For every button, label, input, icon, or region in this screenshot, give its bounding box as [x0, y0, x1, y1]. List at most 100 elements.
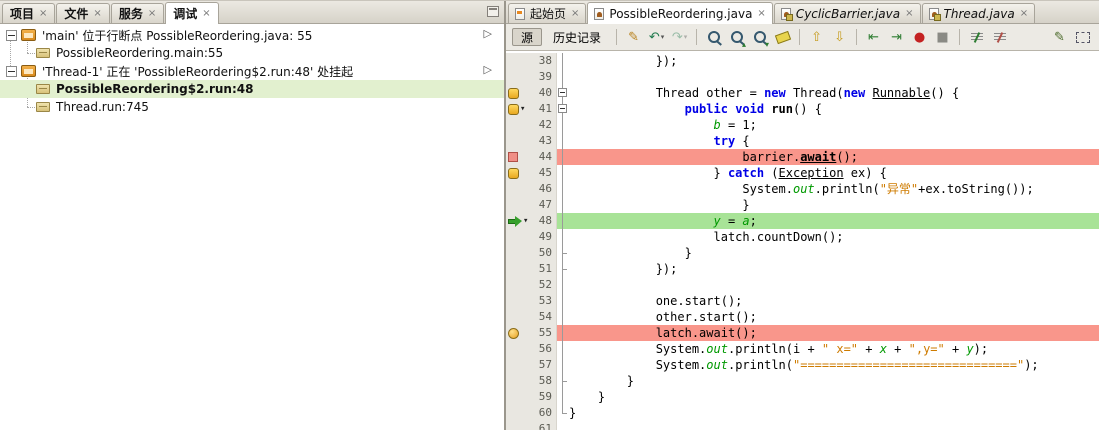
comment-icon[interactable]: [966, 27, 987, 47]
code-text[interactable]: } catch (Exception ex) {: [569, 165, 886, 181]
line-number[interactable]: 52: [530, 277, 557, 293]
left-tab-services[interactable]: 服务 ×: [110, 3, 165, 23]
line-number[interactable]: 55: [530, 325, 557, 341]
toggle-rectangular-selection-icon[interactable]: [1072, 27, 1093, 47]
line-number[interactable]: 47: [530, 197, 557, 213]
code-text[interactable]: public void run() {: [569, 101, 822, 117]
resume-thread-icon[interactable]: ▷: [484, 63, 492, 76]
line-number[interactable]: 40: [530, 85, 557, 101]
left-tab-debug[interactable]: 调试 ×: [165, 2, 219, 24]
fold-indicator[interactable]: [557, 101, 569, 117]
next-bookmark-icon[interactable]: ⇩: [829, 27, 850, 47]
line-number[interactable]: 59: [530, 389, 557, 405]
code-text[interactable]: });: [569, 261, 678, 277]
editor-tab-thread[interactable]: Thread.java ×: [921, 3, 1036, 23]
shift-line-right-icon[interactable]: ⇥: [886, 27, 907, 47]
program-counter-icon[interactable]: [508, 215, 522, 227]
code-text[interactable]: }: [569, 405, 576, 421]
line-number[interactable]: 60: [530, 405, 557, 421]
code-text[interactable]: System.out.println("====================…: [569, 357, 1039, 373]
code-text[interactable]: Thread other = new Thread(new Runnable()…: [569, 85, 960, 101]
breakpoint-icon[interactable]: [508, 152, 518, 162]
source-view-button[interactable]: 源: [512, 28, 543, 46]
close-icon[interactable]: ×: [202, 8, 210, 19]
editor-tab-possible-reordering[interactable]: PossibleReordering.java ×: [587, 2, 773, 24]
line-number[interactable]: 53: [530, 293, 557, 309]
find-selection-icon[interactable]: [703, 27, 724, 47]
line-number[interactable]: 58: [530, 373, 557, 389]
close-icon[interactable]: ×: [571, 8, 579, 19]
annotation-arrow-icon[interactable]: ▾: [520, 104, 525, 115]
gutter-icons[interactable]: ▾: [506, 213, 530, 229]
line-number[interactable]: 43: [530, 133, 557, 149]
thread-row[interactable]: 'Thread-1' 正在 'PossibleReordering$2.run:…: [0, 62, 504, 80]
close-icon[interactable]: ×: [905, 8, 913, 19]
stack-frame-row[interactable]: PossibleReordering$2.run:48: [0, 80, 504, 98]
stack-frame-row[interactable]: Thread.run:745: [0, 98, 504, 116]
gutter-icons[interactable]: ▾: [506, 101, 530, 117]
code-text[interactable]: }: [569, 245, 692, 261]
shift-line-left-icon[interactable]: ⇤: [863, 27, 884, 47]
tree-collapse-toggle[interactable]: [6, 65, 17, 77]
line-number[interactable]: 61: [530, 421, 557, 430]
left-tab-projects[interactable]: 项目 ×: [2, 3, 56, 23]
code-text[interactable]: latch.await();: [569, 325, 757, 341]
previous-bookmark-icon[interactable]: ⇧: [806, 27, 827, 47]
find-previous-occurrence-icon[interactable]: ▴: [726, 27, 747, 49]
jump-to-last-edit-icon[interactable]: ✎: [1049, 27, 1070, 47]
gutter-icons[interactable]: [506, 325, 530, 341]
code-text[interactable]: b = 1;: [569, 117, 757, 133]
code-text[interactable]: try {: [569, 133, 750, 149]
line-number[interactable]: 44: [530, 149, 557, 165]
line-number[interactable]: 46: [530, 181, 557, 197]
resume-thread-icon[interactable]: ▷: [484, 27, 492, 40]
code-text[interactable]: }: [569, 373, 634, 389]
close-icon[interactable]: ×: [148, 8, 156, 19]
last-edit-position-icon[interactable]: ✎: [623, 27, 644, 47]
line-number[interactable]: 54: [530, 309, 557, 325]
fold-indicator[interactable]: [557, 85, 569, 101]
minimize-window-group-icon[interactable]: [487, 6, 499, 17]
line-number[interactable]: 51: [530, 261, 557, 277]
close-icon[interactable]: ×: [93, 8, 101, 19]
breakpoint-badge-icon[interactable]: [508, 87, 519, 99]
gutter-icons[interactable]: [506, 85, 530, 101]
gutter-icons[interactable]: [506, 149, 530, 165]
code-text[interactable]: latch.countDown();: [569, 229, 843, 245]
line-number[interactable]: 45: [530, 165, 557, 181]
forward-icon[interactable]: ↷ ▾: [669, 27, 690, 47]
line-number[interactable]: 41: [530, 101, 557, 117]
line-number[interactable]: 38: [530, 53, 557, 69]
code-text[interactable]: other.start();: [569, 309, 757, 325]
find-next-occurrence-icon[interactable]: ▾: [749, 27, 770, 49]
code-text[interactable]: y = a;: [569, 213, 757, 229]
line-number[interactable]: 57: [530, 357, 557, 373]
breakpoint-hit-icon[interactable]: [508, 327, 519, 339]
close-icon[interactable]: ×: [757, 8, 765, 19]
back-icon[interactable]: ↶ ▾: [646, 27, 667, 47]
editor-tab-start-page[interactable]: 起始页 ×: [508, 3, 587, 23]
line-number[interactable]: 56: [530, 341, 557, 357]
line-number[interactable]: 50: [530, 245, 557, 261]
close-icon[interactable]: ×: [39, 8, 47, 19]
code-text[interactable]: one.start();: [569, 293, 743, 309]
toggle-highlight-search-icon[interactable]: [772, 27, 793, 47]
annotation-arrow-icon[interactable]: ▾: [523, 216, 528, 227]
history-view-button[interactable]: 历史记录: [544, 28, 610, 46]
code-text[interactable]: barrier.await();: [569, 149, 858, 165]
editor-tab-cyclic-barrier[interactable]: CyclicBarrier.java ×: [773, 3, 921, 23]
code-text[interactable]: }: [569, 197, 749, 213]
stop-macro-recording-icon[interactable]: ■: [932, 27, 953, 47]
uncomment-icon[interactable]: [989, 27, 1010, 47]
line-number[interactable]: 48: [530, 213, 557, 229]
start-macro-recording-icon[interactable]: ●: [909, 27, 930, 47]
breakpoint-badge-icon[interactable]: [508, 103, 519, 115]
breakpoint-badge-icon[interactable]: [508, 167, 519, 179]
line-number[interactable]: 42: [530, 117, 557, 133]
code-text[interactable]: });: [569, 53, 678, 69]
tree-collapse-toggle[interactable]: [6, 29, 17, 41]
code-text[interactable]: System.out.println("异常"+ex.toString());: [569, 181, 1033, 197]
left-tab-files[interactable]: 文件 ×: [56, 3, 110, 23]
close-icon[interactable]: ×: [1020, 8, 1028, 19]
stack-frame-row[interactable]: PossibleReordering.main:55: [0, 44, 504, 62]
